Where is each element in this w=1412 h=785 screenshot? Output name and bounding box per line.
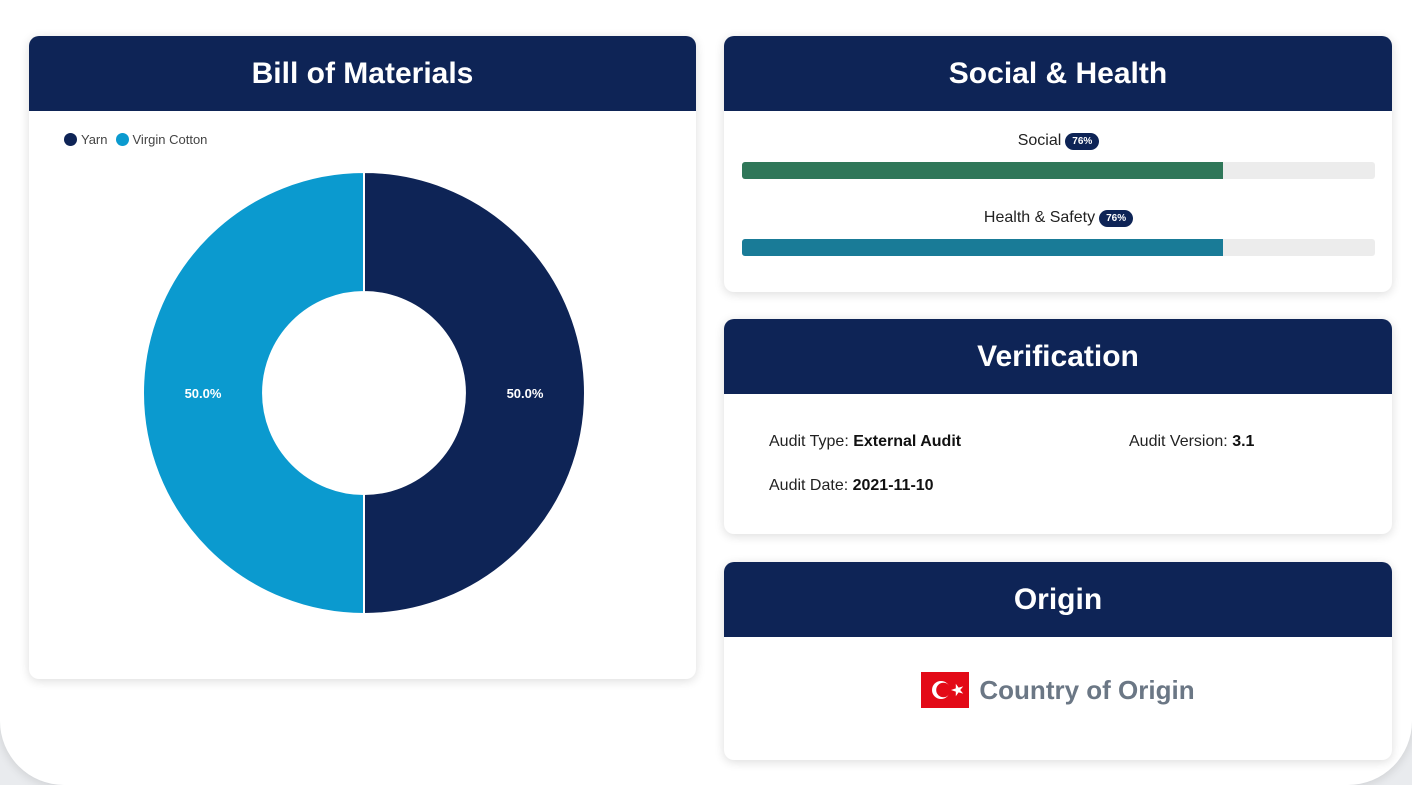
health-bar-label-row: Health & Safety 76% <box>742 209 1375 227</box>
origin-title: Origin <box>724 562 1392 637</box>
social-badge: 76% <box>1065 132 1100 150</box>
donut-slice-yarn[interactable] <box>363 170 586 616</box>
social-bar-block: Social 76% <box>742 132 1375 179</box>
health-bar-block: Health & Safety 76% <box>742 209 1375 256</box>
donut-slice-virgin-cotton[interactable] <box>142 170 365 616</box>
social-health-title: Social & Health <box>724 36 1392 111</box>
donut-label-virgin-cotton: 50.0% <box>185 386 222 401</box>
social-bar-label-row: Social 76% <box>742 132 1375 150</box>
social-progress-fill <box>742 162 1224 179</box>
social-health-card: Social & Health Social 76% Health & Safe… <box>724 36 1392 292</box>
health-safety-label: Health & Safety <box>983 209 1096 226</box>
origin-card: Origin Country of Origin <box>724 562 1392 760</box>
audit-version: Audit Version: 3.1 <box>1129 433 1254 451</box>
page-frame: Bill of Materials Yarn Virgin Cotton 50.… <box>0 0 1412 785</box>
audit-type: Audit Type: External Audit <box>769 433 961 451</box>
country-of-origin-label: Country of Origin <box>979 674 1195 705</box>
social-progress-track <box>742 162 1375 179</box>
verification-card: Verification Audit Type: External Audit … <box>724 319 1392 534</box>
audit-type-label: Audit Type: <box>769 433 849 450</box>
bill-of-materials-card: Bill of Materials Yarn Virgin Cotton 50.… <box>29 36 696 679</box>
donut-chart: 50.0% 50.0% <box>142 170 586 616</box>
health-progress-fill <box>742 239 1224 256</box>
audit-date-label: Audit Date: <box>769 477 849 494</box>
audit-type-value: External Audit <box>853 433 962 450</box>
turkey-flag-icon <box>921 672 970 708</box>
audit-date: Audit Date: 2021-11-10 <box>769 477 934 495</box>
audit-version-label: Audit Version: <box>1129 433 1228 450</box>
audit-version-value: 3.1 <box>1232 433 1255 450</box>
verification-title: Verification <box>724 319 1392 394</box>
social-label: Social <box>1017 132 1062 149</box>
donut-label-yarn: 50.0% <box>507 386 544 401</box>
country-of-origin-row: Country of Origin <box>724 672 1392 708</box>
health-progress-track <box>742 239 1375 256</box>
audit-date-value: 2021-11-10 <box>852 477 934 494</box>
health-safety-badge: 76% <box>1099 209 1134 227</box>
